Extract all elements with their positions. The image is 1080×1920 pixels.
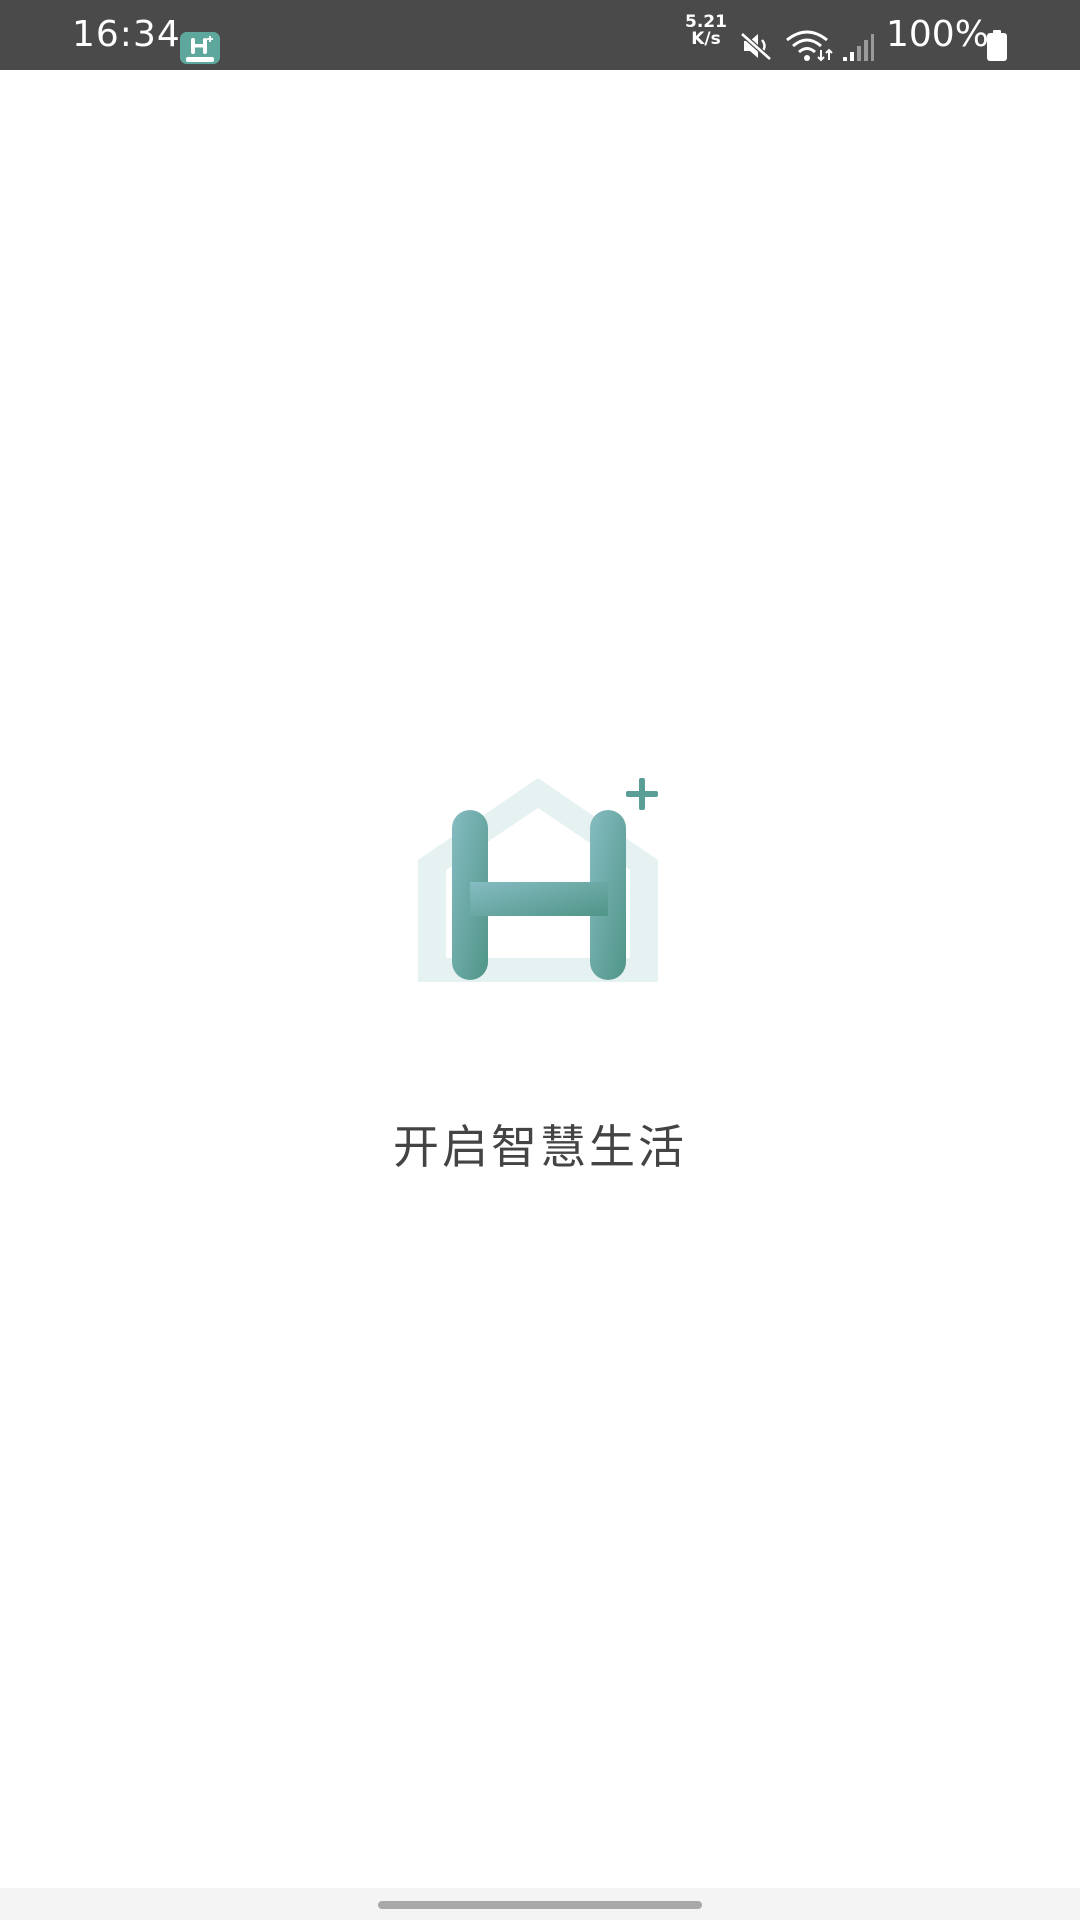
app-notification-icon <box>180 32 220 64</box>
splash-tagline: 开启智慧生活 <box>393 1120 687 1174</box>
mute-icon <box>738 30 774 66</box>
status-time: 16:34 <box>72 14 181 55</box>
network-speed: 5.21 K/s <box>682 14 730 48</box>
gesture-nav-area <box>0 1888 1080 1920</box>
battery-icon <box>986 30 1008 66</box>
status-bar: 16:34 5.21 K/s 100% <box>0 0 1080 70</box>
wifi-icon <box>785 30 833 68</box>
splash-screen: 16:34 5.21 K/s 100% 开启智慧生活 <box>0 0 1080 1920</box>
network-speed-unit: K/s <box>691 29 721 49</box>
signal-icon <box>842 34 874 66</box>
house-h-plus-logo-icon <box>410 770 670 994</box>
battery-percent: 100% <box>886 14 989 55</box>
home-indicator[interactable] <box>378 1901 702 1909</box>
